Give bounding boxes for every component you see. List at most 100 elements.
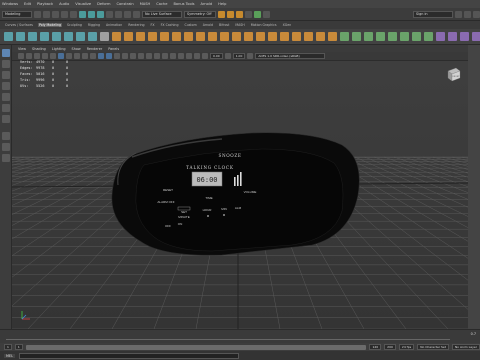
- extrude-icon[interactable]: [184, 32, 193, 41]
- offset-edge-loop-icon[interactable]: [304, 32, 313, 41]
- wedge-icon[interactable]: [328, 32, 337, 41]
- menu-item-bonus-tools[interactable]: Bonus Tools: [173, 2, 194, 6]
- shelf-tab-fx[interactable]: FX: [150, 23, 156, 27]
- modeling-toolkit-icon[interactable]: [455, 10, 462, 18]
- shelf-tab-sculpting[interactable]: Sculpting: [66, 23, 83, 27]
- menu-item-help[interactable]: Help: [218, 2, 226, 6]
- undo-icon[interactable]: [61, 10, 68, 18]
- shelf-tab-poly-modeling[interactable]: Poly Modeling: [37, 23, 63, 27]
- camera-icon[interactable]: [263, 10, 270, 18]
- channel-box-icon[interactable]: [473, 10, 480, 18]
- save-scene-icon[interactable]: [52, 10, 59, 18]
- current-frame-field[interactable]: 0.7: [471, 332, 476, 336]
- scale-tool-icon[interactable]: [1, 104, 10, 112]
- gamma-field[interactable]: 1.00: [232, 53, 246, 59]
- move-tool-icon[interactable]: [1, 82, 10, 90]
- backface-culling-icon[interactable]: [202, 53, 208, 59]
- range-slider-bar[interactable]: [25, 344, 367, 350]
- fps-dropdown[interactable]: 24 fps: [398, 344, 415, 350]
- depth-of-field-icon[interactable]: [170, 53, 176, 59]
- select-component-icon[interactable]: [97, 10, 104, 18]
- select-hierarchy-icon[interactable]: [79, 10, 86, 18]
- single-view-icon[interactable]: [1, 132, 10, 140]
- shelf-tab-rigging[interactable]: Rigging: [87, 23, 101, 27]
- arnold-render-icon[interactable]: [254, 10, 261, 18]
- clock-model[interactable]: 06:00 SNOOZE TALKING CLOCK RESET ALARM O…: [111, 132, 360, 256]
- conform-icon[interactable]: [364, 32, 373, 41]
- paint-select-icon[interactable]: [1, 71, 10, 79]
- shelf-tab-curves-surfaces[interactable]: Curves / Surfaces: [4, 23, 34, 27]
- gate-mask-icon[interactable]: [82, 53, 88, 59]
- poly-cone-icon[interactable]: [40, 32, 49, 41]
- anim-start-field[interactable]: 1: [4, 344, 12, 350]
- snap-curve-icon[interactable]: [115, 10, 122, 18]
- viewcube-icon[interactable]: FRONT: [444, 65, 462, 83]
- insert-edge-loop-icon[interactable]: [292, 32, 301, 41]
- fill-icon[interactable]: [376, 32, 385, 41]
- platonic-icon[interactable]: [88, 32, 97, 41]
- poke-icon[interactable]: [316, 32, 325, 41]
- menu-item-mash[interactable]: MASH: [140, 2, 151, 6]
- quad-draw-icon[interactable]: [280, 32, 289, 41]
- cylindrical-map-icon[interactable]: [460, 32, 469, 41]
- shelf-tab-xgen[interactable]: XGen: [282, 23, 293, 27]
- mirror-icon[interactable]: [172, 32, 181, 41]
- harden-edge-icon[interactable]: [352, 32, 361, 41]
- textured-icon[interactable]: [122, 53, 128, 59]
- menu-item-playback[interactable]: Playback: [37, 2, 53, 6]
- wireframe-icon[interactable]: [98, 53, 104, 59]
- new-scene-icon[interactable]: [34, 10, 41, 18]
- anim-end-field[interactable]: 200: [384, 344, 396, 350]
- lasso-tool-icon[interactable]: [1, 60, 10, 68]
- shelf-tab-bifrost[interactable]: Bifrost: [218, 23, 230, 27]
- shelf-tab-mash[interactable]: MASH: [234, 23, 245, 27]
- anti-aliasing-icon[interactable]: [162, 53, 168, 59]
- connect-icon[interactable]: [268, 32, 277, 41]
- shadows-icon[interactable]: [138, 53, 144, 59]
- attribute-editor-icon[interactable]: [464, 10, 471, 18]
- shelf-tab-motion-graphics[interactable]: Motion Graphics: [250, 23, 278, 27]
- fill-hole-icon[interactable]: [232, 32, 241, 41]
- ipr-render-icon[interactable]: [227, 10, 234, 18]
- open-scene-icon[interactable]: [43, 10, 50, 18]
- snap-view-icon[interactable]: [133, 10, 140, 18]
- colorspace-dropdown[interactable]: ACES 1.0 SDR-video (sRGB): [255, 53, 326, 59]
- poly-disc-icon[interactable]: [76, 32, 85, 41]
- symmetry-dropdown[interactable]: Symmetry: Off: [184, 10, 216, 18]
- four-view-icon[interactable]: [1, 143, 10, 151]
- quadrangulate-icon[interactable]: [400, 32, 409, 41]
- shelf-tab-custom[interactable]: Custom: [183, 23, 197, 27]
- exposure-field[interactable]: 0.00: [210, 53, 223, 59]
- triangulate-icon[interactable]: [388, 32, 397, 41]
- viewport-menu-shading[interactable]: Shading: [32, 47, 46, 51]
- last-tool-icon[interactable]: [1, 115, 10, 123]
- separate-icon[interactable]: [124, 32, 133, 41]
- soften-edge-icon[interactable]: [340, 32, 349, 41]
- viewport-menu-renderer[interactable]: Renderer: [87, 47, 102, 51]
- outliner-layout-icon[interactable]: [1, 154, 10, 162]
- viewport-menu-panels[interactable]: Panels: [108, 47, 119, 51]
- poly-plane-icon[interactable]: [64, 32, 73, 41]
- viewport-menu-lighting[interactable]: Lighting: [52, 47, 66, 51]
- append-icon[interactable]: [220, 32, 229, 41]
- menu-item-windows[interactable]: Windows: [2, 2, 18, 6]
- select-object-icon[interactable]: [88, 10, 95, 18]
- shelf-tab-fx-caching[interactable]: FX Caching: [160, 23, 180, 27]
- menu-item-arnold[interactable]: Arnold: [201, 2, 213, 6]
- poly-cylinder-icon[interactable]: [28, 32, 37, 41]
- viewport-menu-view[interactable]: View: [18, 47, 26, 51]
- menu-item-deform[interactable]: Deform: [97, 2, 110, 6]
- poly-cube-icon[interactable]: [16, 32, 25, 41]
- smooth-shade-icon[interactable]: [106, 53, 112, 59]
- hypershade-icon[interactable]: [245, 10, 252, 18]
- boolean-union-icon[interactable]: [148, 32, 157, 41]
- live-surface-field[interactable]: No Live Surface: [142, 10, 182, 18]
- menu-item-cache[interactable]: Cache: [156, 2, 167, 6]
- shelf-tab-arnold[interactable]: Arnold: [202, 23, 214, 27]
- menu-item-constrain[interactable]: Constrain: [116, 2, 133, 6]
- spherical-map-icon[interactable]: [472, 32, 480, 41]
- xray-icon[interactable]: [186, 53, 192, 59]
- gamma-icon[interactable]: [224, 53, 231, 59]
- rotate-tool-icon[interactable]: [1, 93, 10, 101]
- smooth-icon[interactable]: [136, 32, 145, 41]
